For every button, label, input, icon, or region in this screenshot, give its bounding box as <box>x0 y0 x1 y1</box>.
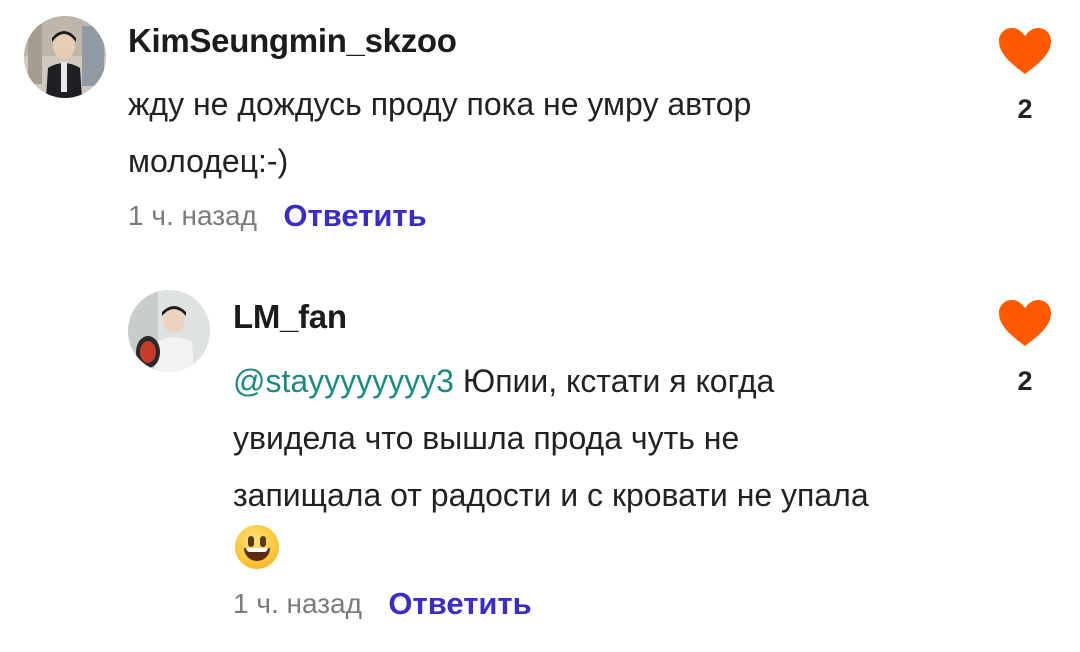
reply-button[interactable]: Ответить <box>283 198 426 233</box>
comment-meta: 1 ч. назад Ответить <box>128 198 427 234</box>
username[interactable]: KimSeungmin_skzoo <box>128 22 457 60</box>
avatar-photo <box>24 16 106 98</box>
like-control: 2 <box>995 298 1055 397</box>
like-count: 2 <box>1017 94 1033 124</box>
comment-text: @stayyyyyyyy3 Юпии, кстати я когда увиде… <box>233 353 873 581</box>
mention-link[interactable]: @stayyyyyyyy3 <box>233 363 454 399</box>
heart-icon[interactable] <box>997 298 1053 348</box>
grinning-face-emoji-icon <box>235 525 279 569</box>
avatar-photo <box>128 290 210 372</box>
timestamp: 1 ч. назад <box>128 200 257 231</box>
timestamp: 1 ч. назад <box>233 588 362 619</box>
like-count: 2 <box>1017 366 1033 396</box>
avatar[interactable] <box>24 16 106 98</box>
heart-icon[interactable] <box>997 26 1053 76</box>
reply-button[interactable]: Ответить <box>388 586 531 621</box>
comment: KimSeungmin_skzoo жду не дождусь проду п… <box>0 0 1080 270</box>
username[interactable]: LM_fan <box>233 298 347 336</box>
like-control: 2 <box>995 26 1055 125</box>
avatar[interactable] <box>128 290 210 372</box>
reply-comment: LM_fan @stayyyyyyyy3 Юпии, кстати я когд… <box>0 280 1080 652</box>
comment-text: жду не дождусь проду пока не умру автор … <box>128 86 752 179</box>
comment-meta: 1 ч. назад Ответить <box>233 586 532 622</box>
